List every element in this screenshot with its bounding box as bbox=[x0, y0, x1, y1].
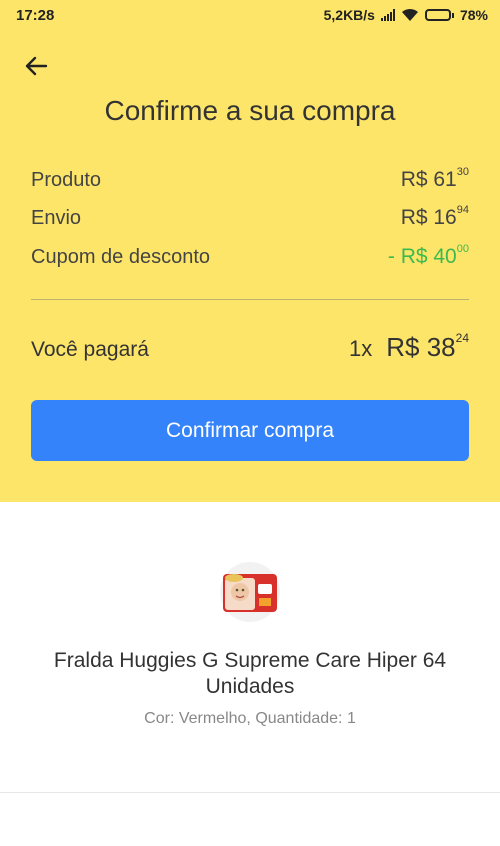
battery-level: 78% bbox=[459, 7, 488, 23]
product-price: R$ 6130 bbox=[400, 166, 469, 191]
wifi-icon bbox=[401, 8, 418, 21]
status-icons: 5,2KB/s 78% bbox=[324, 7, 488, 23]
coupon-row: Cupom de desconto - R$ 4000 bbox=[31, 243, 469, 269]
back-button[interactable] bbox=[22, 52, 50, 80]
product-thumbnail[interactable] bbox=[220, 562, 280, 622]
total-label: Você pagará bbox=[31, 338, 149, 361]
product-label: Produto bbox=[31, 169, 102, 191]
bottom-divider bbox=[0, 792, 500, 793]
product-price-row: Produto R$ 6130 bbox=[31, 166, 469, 192]
shipping-label: Envio bbox=[31, 207, 82, 229]
total-amount: 1x R$ 3824 bbox=[349, 331, 469, 363]
shipping-price: R$ 1694 bbox=[400, 204, 469, 229]
total-row: Você pagará 1x R$ 3824 bbox=[31, 331, 469, 363]
page-title: Confirme a sua compra bbox=[104, 95, 396, 126]
divider bbox=[31, 299, 469, 300]
arrow-left-icon bbox=[25, 56, 48, 76]
status-bar: 17:28 5,2KB/s 78% bbox=[0, 0, 500, 32]
signal-icon bbox=[380, 9, 395, 21]
product-name: Fralda Huggies G Supreme Care Hiper 64 U… bbox=[53, 649, 447, 698]
battery-icon bbox=[424, 9, 454, 21]
coupon-discount: - R$ 4000 bbox=[387, 243, 469, 268]
total-quantity: 1x bbox=[349, 336, 373, 361]
confirm-purchase-button[interactable]: Confirmar compra bbox=[31, 400, 469, 461]
shipping-price-row: Envio R$ 1694 bbox=[31, 204, 469, 230]
total-price: R$ 3824 bbox=[386, 331, 469, 362]
product-details: Cor: Vermelho, Quantidade: 1 bbox=[144, 710, 356, 727]
status-time: 17:28 bbox=[16, 7, 55, 24]
coupon-label: Cupom de desconto bbox=[31, 246, 211, 268]
diaper-package-image bbox=[223, 574, 277, 612]
network-speed: 5,2KB/s bbox=[323, 7, 375, 23]
